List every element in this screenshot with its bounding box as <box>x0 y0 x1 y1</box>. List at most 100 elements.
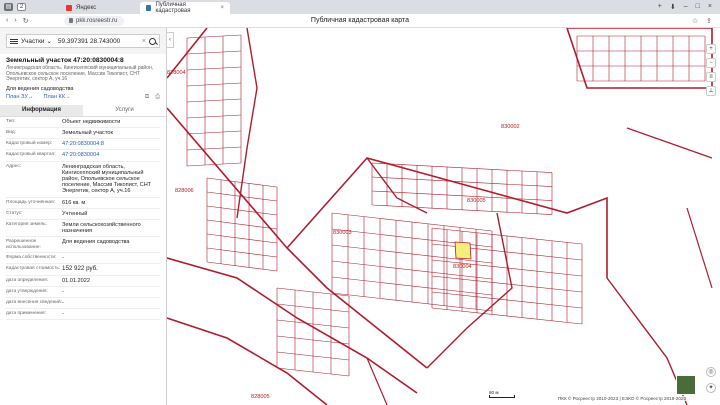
selected-parcel[interactable] <box>454 241 472 260</box>
cadastral-map[interactable]: 830002 830005 830003 830004 828004 82800… <box>167 28 720 405</box>
quarter-label-830005: 830005 <box>467 198 486 204</box>
field-row: дата применения: - <box>6 309 160 321</box>
field-value: Объект недвижимости <box>62 118 121 125</box>
tab-info[interactable]: Информация <box>0 104 83 116</box>
field-label: Кадастровый квартал: <box>6 152 56 158</box>
clear-search-icon[interactable]: × <box>142 38 146 45</box>
sidebar-toggle-icon[interactable]: ▤ <box>4 3 13 11</box>
quarter-border <box>426 212 513 369</box>
tab-yandex[interactable]: Яндекс <box>60 2 140 14</box>
layers-icon[interactable]: ≡ <box>706 72 716 82</box>
tab-pkk[interactable]: Публичная кадастровая × <box>140 2 230 14</box>
parcel-grid-828006 <box>206 247 278 258</box>
field-value: Ленинградская область, Кингисеппский мун… <box>62 163 152 195</box>
field-value: Земли сельскохозяйственного назначения <box>62 222 141 235</box>
pkk-favicon-icon <box>146 5 152 11</box>
parcel-grid-828004 <box>186 130 242 135</box>
field-row: Статус: Учтенный <box>6 209 160 221</box>
downloads-icon[interactable]: ⬇ <box>670 3 676 11</box>
window-controls: ▤ 2 <box>0 3 60 11</box>
field-label: дата утверждения: <box>6 288 48 294</box>
print-icon[interactable]: ⎙ <box>155 94 160 101</box>
plan-kk-link[interactable]: План КК→ <box>44 94 71 100</box>
maximize-icon[interactable]: □ <box>696 3 700 11</box>
field-value: Земельный участок <box>62 129 113 136</box>
share-link-icon[interactable]: ⧉ <box>145 94 149 101</box>
field-label: Адрес: <box>6 163 22 169</box>
zoom-in-icon[interactable]: + <box>706 44 716 54</box>
parcel-grid-828006 <box>206 205 278 216</box>
quarter-label-830002: 830002 <box>501 124 520 130</box>
quarter-label-828006: 828006 <box>175 188 194 194</box>
parcel-grid-828006 <box>206 233 278 244</box>
field-row: Кадастровый квартал: 47:20:0830004 <box>6 150 160 162</box>
parcel-grid-828004 <box>186 66 242 71</box>
field-row: Разрешенное использование: Для ведения са… <box>6 237 160 254</box>
menu-icon[interactable] <box>10 38 18 44</box>
ruler-icon[interactable]: ⟂ <box>706 86 716 96</box>
field-value: 616 кв. м <box>62 199 86 206</box>
address-bar: ‹ › ↻ pkk.rosreestr.ru Публичная кадастр… <box>0 14 720 28</box>
minimize-icon[interactable]: – <box>684 3 688 11</box>
field-row: Площадь уточнённая: 616 кв. м <box>6 198 160 209</box>
field-value: 152 922 руб. <box>62 265 98 273</box>
field-value: - <box>62 300 64 307</box>
tab-count-badge[interactable]: 2 <box>17 3 26 11</box>
field-value[interactable]: 47:20:0830004 <box>62 152 160 158</box>
parcel-grid-828004 <box>186 98 242 103</box>
quarter-border <box>167 317 328 405</box>
yandex-favicon-icon <box>66 5 72 11</box>
field-label: дата внесения сведений: <box>6 300 62 306</box>
compass-icon[interactable]: ✦ <box>706 383 716 393</box>
field-value[interactable]: 47:20:0830004:8 <box>62 141 160 147</box>
field-label: Кадастровый номер: <box>6 141 53 147</box>
field-label: дата определения: <box>6 277 49 283</box>
object-title: Земельный участок 47:20:0830004:8 <box>6 57 124 64</box>
field-value: Для ведения садоводства <box>62 239 130 246</box>
field-label: Вид: <box>6 129 17 135</box>
search-input[interactable]: 59.397391 28.743000 <box>58 38 139 45</box>
search-mode-label: Участки <box>21 37 45 45</box>
object-address: Ленинградская область, Кингисеппский мун… <box>6 65 154 83</box>
field-row: Форма собственности: - <box>6 253 160 265</box>
info-panel: Участки ⌄ 59.397391 28.743000 × Земельны… <box>0 28 167 405</box>
field-value: - <box>62 288 64 295</box>
parcel-grid-828004 <box>186 82 242 87</box>
close-window-icon[interactable]: × <box>708 3 712 11</box>
basemap-thumbnail[interactable] <box>676 375 696 395</box>
field-row: дата утверждения: - <box>6 287 160 299</box>
field-row: Вид: Земельный участок <box>6 128 160 140</box>
tab-label: Публичная кадастровая <box>155 2 191 14</box>
field-value: - <box>62 311 64 318</box>
browser-tab-bar: ▤ 2 Яндекс Публичная кадастровая × + ⬇ –… <box>0 0 720 14</box>
plan-zu-link[interactable]: План ЗУ→ <box>6 94 34 100</box>
search-box: Участки ⌄ 59.397391 28.743000 × <box>6 34 160 48</box>
new-tab-icon[interactable]: + <box>658 3 662 11</box>
field-row: Кадастровая стоимость: 152 922 руб. <box>6 264 160 276</box>
search-mode-select[interactable]: Участки ⌄ <box>21 37 55 46</box>
bookmark-icon[interactable]: ☆ <box>692 17 698 25</box>
parcel-grid-828004 <box>186 50 242 55</box>
map-toolbar: + − ≡ ⟂ <box>706 44 716 96</box>
field-label: Категория земель: <box>6 222 48 228</box>
parcel-grid-828004 <box>186 146 242 151</box>
object-use: Для ведения садоводства <box>6 85 74 92</box>
zoom-out-icon[interactable]: − <box>706 58 716 68</box>
field-row: дата определения: 01.01.2022 <box>6 276 160 287</box>
info-tabs: Информация Услуги <box>0 104 166 117</box>
field-label: Разрешенное использование: <box>6 239 41 250</box>
chevron-down-icon: ⌄ <box>46 38 52 45</box>
share-icon[interactable]: ⇪ <box>706 17 712 25</box>
field-row: дата внесения сведений: - <box>6 298 160 310</box>
parcel-grid-828004 <box>186 34 242 39</box>
close-tab-icon[interactable]: × <box>220 5 224 11</box>
tab-services[interactable]: Услуги <box>83 105 166 116</box>
quarter-border <box>236 28 258 219</box>
search-icon[interactable] <box>149 37 156 45</box>
quarter-label-830004: 830004 <box>453 264 472 270</box>
locate-icon[interactable]: ◎ <box>706 367 716 377</box>
copyright: ПКК © Росреестр 2010-2023 | ЕЭКО © Росре… <box>558 396 686 401</box>
collapse-panel-button[interactable]: ‹ <box>166 32 174 48</box>
field-label: Кадастровая стоимость: <box>6 266 61 272</box>
quarter-border <box>626 127 713 159</box>
